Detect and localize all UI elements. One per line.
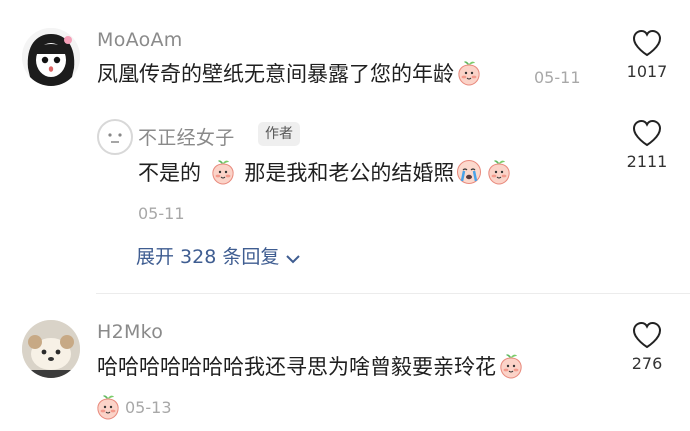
peach-face-emoji-icon (498, 353, 524, 379)
comment-text-body: 凤凰传奇的壁纸无意间暴露了您的年龄 (97, 62, 454, 86)
reply-item: 不正经女子 作者 不是的 那是我和老公的结婚照 05-11 2111 展开 32… (0, 110, 690, 285)
comment-text: 哈哈哈哈哈哈哈我还寻思为啥曾毅要亲玲花 (97, 353, 526, 381)
heart-icon (631, 320, 663, 350)
heart-icon (631, 118, 663, 148)
like-button[interactable]: 1017 (612, 28, 682, 81)
avatar[interactable] (97, 119, 133, 155)
chevron-down-icon (286, 255, 301, 264)
reply-text: 不是的 那是我和老公的结婚照 (138, 159, 514, 187)
like-button[interactable]: 276 (612, 320, 682, 373)
reply-username[interactable]: 不正经女子 (138, 123, 235, 150)
comment-date-row: 05-13 (95, 394, 172, 420)
comment-divider (96, 293, 690, 294)
like-count: 1017 (626, 62, 668, 81)
comment-username[interactable]: MoAoAm (97, 29, 183, 51)
peach-face-emoji-icon (456, 60, 482, 86)
comment-date: 05-13 (125, 398, 172, 417)
avatar[interactable] (22, 28, 80, 86)
peach-face-emoji-icon (95, 394, 121, 420)
crying-face-emoji-icon (456, 159, 482, 185)
peach-face-emoji-icon (486, 159, 512, 185)
author-badge: 作者 (258, 122, 300, 146)
comment-item: H2Mko 哈哈哈哈哈哈哈我还寻思为啥曾毅要亲玲花 05-13 276 (0, 300, 690, 431)
avatar[interactable] (22, 320, 80, 378)
comment-item: MoAoAm 凤凰传奇的壁纸无意间暴露了您的年龄 05-11 1017 (0, 0, 690, 120)
comment-text: 凤凰传奇的壁纸无意间暴露了您的年龄 (97, 60, 484, 88)
heart-icon (631, 28, 663, 58)
reply-text-part2: 那是我和老公的结婚照 (244, 161, 455, 185)
reply-text-part1: 不是的 (138, 161, 201, 185)
like-count: 276 (631, 354, 663, 373)
expand-replies-button[interactable]: 展开 328 条回复 (136, 242, 301, 269)
reply-date: 05-11 (138, 204, 185, 223)
peach-face-emoji-icon (210, 159, 236, 185)
comment-username[interactable]: H2Mko (97, 321, 163, 343)
like-button[interactable]: 2111 (612, 118, 682, 171)
comment-text-body: 哈哈哈哈哈哈哈我还寻思为啥曾毅要亲玲花 (97, 355, 496, 379)
like-count: 2111 (626, 152, 668, 171)
comment-date: 05-11 (534, 68, 581, 87)
expand-replies-label: 展开 328 条回复 (136, 246, 280, 268)
